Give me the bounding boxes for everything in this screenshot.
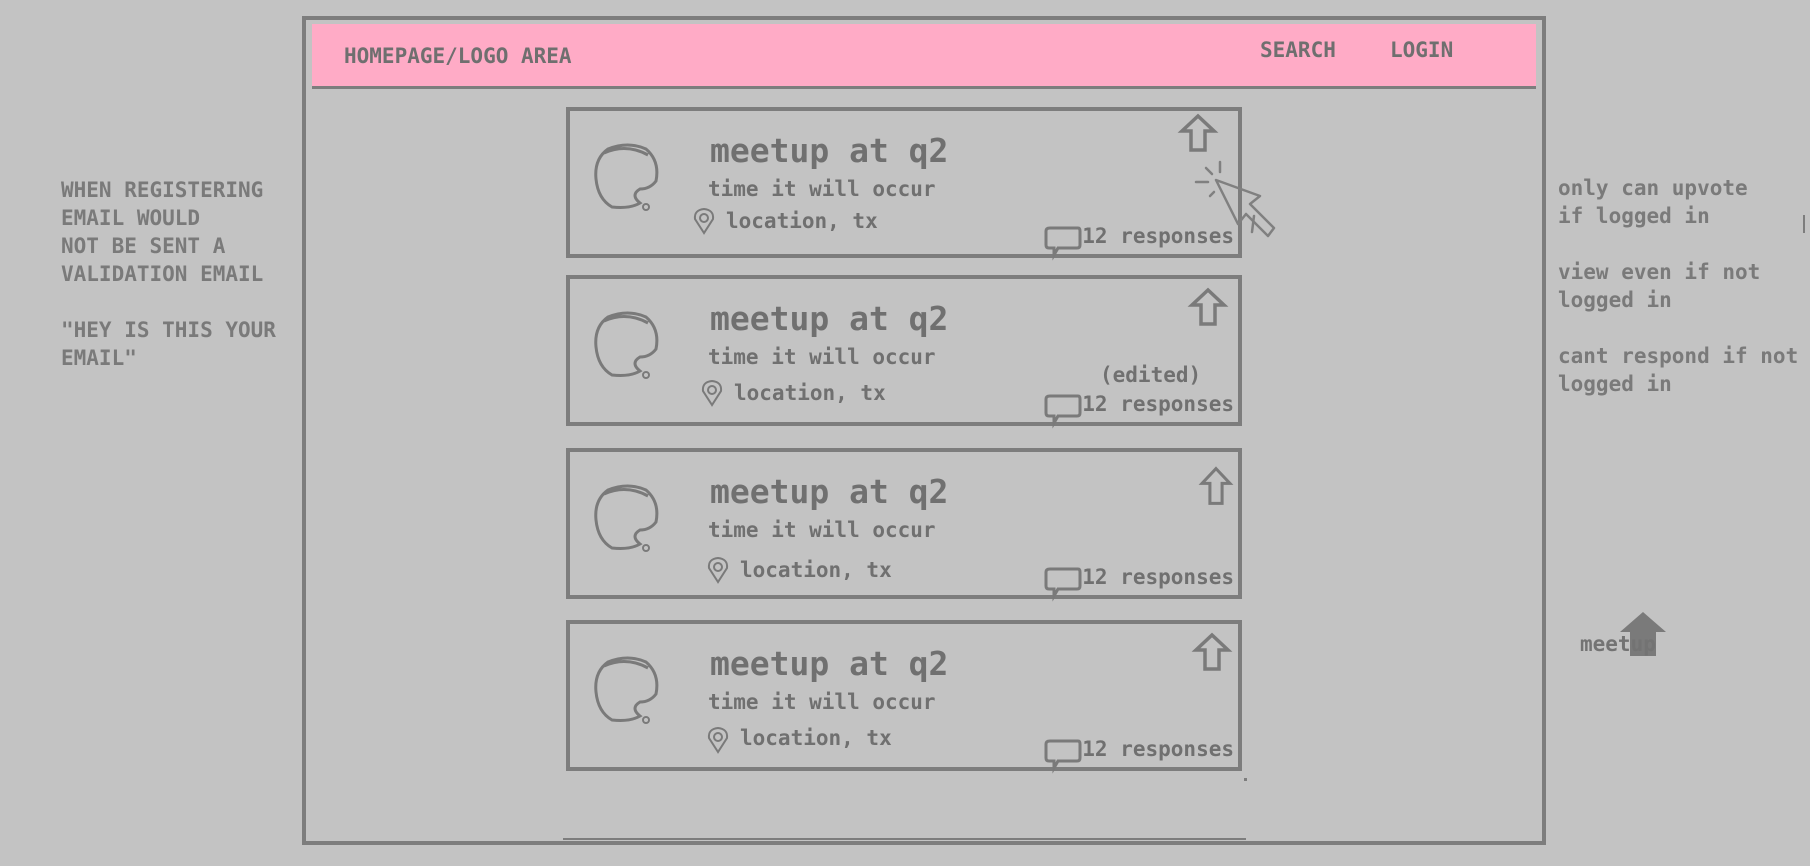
meetup-location: location, tx bbox=[726, 209, 878, 233]
meetup-title[interactable]: meetup at q2 bbox=[710, 131, 948, 170]
upvote-arrow-icon[interactable] bbox=[1177, 113, 1219, 153]
meetup-time: time it will occur bbox=[708, 518, 936, 542]
meetup-logo: meetup bbox=[1580, 612, 1690, 662]
responses-count[interactable]: 12 responses bbox=[1082, 737, 1234, 761]
meetup-title[interactable]: meetup at q2 bbox=[710, 472, 948, 511]
responses-count[interactable]: 12 responses bbox=[1082, 392, 1234, 416]
meetup-card[interactable]: meetup at q2 time it will occur location… bbox=[566, 620, 1242, 774]
login-link[interactable]: LOGIN bbox=[1390, 38, 1453, 62]
upvote-arrow-icon[interactable] bbox=[1187, 287, 1229, 327]
avatar-icon bbox=[594, 484, 659, 552]
meetup-title[interactable]: meetup at q2 bbox=[710, 644, 948, 683]
upvote-arrow-icon[interactable] bbox=[1196, 466, 1236, 506]
homepage-logo-link[interactable]: HOMEPAGE/LOGO AREA bbox=[344, 44, 572, 68]
location-pin-icon bbox=[707, 726, 729, 754]
search-link[interactable]: SEARCH bbox=[1260, 38, 1336, 62]
meetup-time: time it will occur bbox=[708, 690, 936, 714]
meetup-card[interactable]: meetup at q2 time it will occur location… bbox=[566, 448, 1242, 602]
meetup-location: location, tx bbox=[734, 381, 886, 405]
speech-bubble-icon[interactable] bbox=[1044, 225, 1082, 261]
speech-bubble-icon[interactable] bbox=[1044, 738, 1082, 774]
meetup-location: location, tx bbox=[740, 726, 892, 750]
registration-note: WHEN REGISTERING EMAIL WOULD NOT BE SENT… bbox=[61, 178, 276, 370]
location-pin-icon bbox=[693, 207, 715, 235]
stray-mark bbox=[1803, 215, 1805, 233]
stray-mark bbox=[1244, 778, 1247, 781]
meetup-time: time it will occur bbox=[708, 177, 936, 201]
avatar-icon bbox=[594, 311, 659, 379]
edited-label: (edited) bbox=[1100, 363, 1202, 387]
header-bar: HOMEPAGE/LOGO AREA SEARCH LOGIN bbox=[312, 24, 1536, 89]
responses-count[interactable]: 12 responses bbox=[1082, 565, 1234, 589]
bottom-divider bbox=[563, 838, 1246, 840]
speech-bubble-icon[interactable] bbox=[1044, 566, 1082, 602]
meetup-logo-text: meetup bbox=[1580, 632, 1656, 656]
location-pin-icon bbox=[701, 379, 723, 407]
upvote-arrow-icon[interactable] bbox=[1191, 632, 1233, 672]
mouse-cursor-icon bbox=[1194, 160, 1276, 238]
meetup-card[interactable]: meetup at q2 time it will occur location… bbox=[566, 107, 1242, 261]
meetup-title[interactable]: meetup at q2 bbox=[710, 299, 948, 338]
speech-bubble-icon[interactable] bbox=[1044, 393, 1082, 429]
location-pin-icon bbox=[707, 556, 729, 584]
meetup-time: time it will occur bbox=[708, 345, 936, 369]
meetup-location: location, tx bbox=[740, 558, 892, 582]
permissions-note: only can upvote if logged in view even i… bbox=[1558, 176, 1799, 396]
meetup-card[interactable]: meetup at q2 time it will occur location… bbox=[566, 275, 1242, 429]
avatar-icon bbox=[594, 656, 659, 724]
avatar-icon bbox=[594, 143, 659, 211]
